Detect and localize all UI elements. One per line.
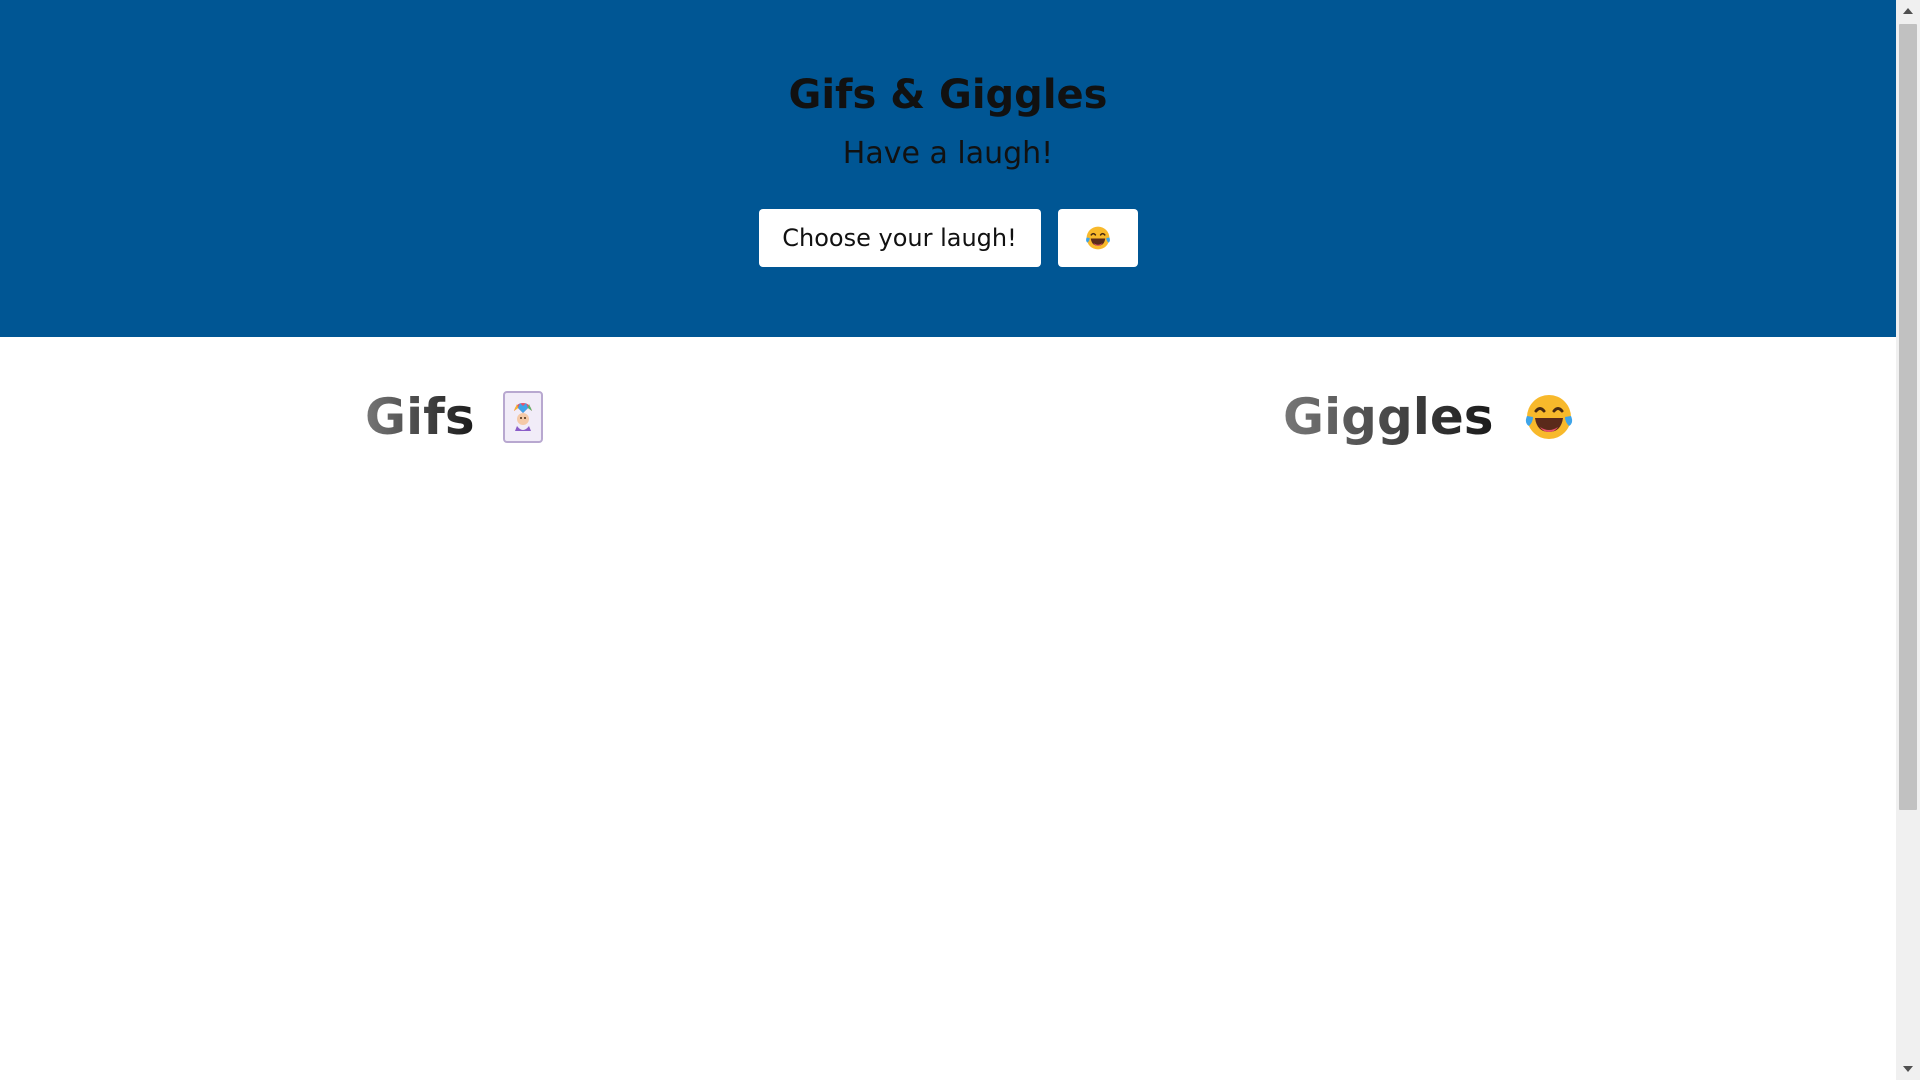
gifs-heading-text: Gifs bbox=[365, 385, 475, 449]
gifs-heading: Gifs bbox=[365, 385, 543, 449]
vertical-scrollbar[interactable] bbox=[1896, 0, 1920, 1080]
laughing-face-icon bbox=[1085, 226, 1110, 250]
laugh-emoji-button[interactable] bbox=[1057, 209, 1138, 267]
laughing-face-icon bbox=[1525, 395, 1572, 439]
giggles-heading: Giggles bbox=[1283, 385, 1576, 449]
browser-viewport: Gifs & Giggles Have a laugh! Choose your… bbox=[0, 0, 1920, 1080]
page-title: Gifs & Giggles bbox=[788, 72, 1108, 118]
joker-card-icon bbox=[502, 391, 543, 443]
choose-laugh-button[interactable]: Choose your laugh! bbox=[758, 209, 1041, 267]
hero-actions: Choose your laugh! bbox=[0, 209, 1896, 267]
scrollbar-thumb[interactable] bbox=[1899, 24, 1917, 810]
page-subtitle: Have a laugh! bbox=[842, 136, 1054, 171]
giggles-heading-text: Giggles bbox=[1283, 385, 1494, 449]
hero-header: Gifs & Giggles Have a laugh! Choose your… bbox=[0, 0, 1896, 337]
content-columns: Gifs Giggles bbox=[0, 337, 1896, 1080]
scroll-down-arrow-icon[interactable] bbox=[1896, 1058, 1920, 1080]
page: Gifs & Giggles Have a laugh! Choose your… bbox=[0, 0, 1896, 1080]
scroll-up-arrow-icon[interactable] bbox=[1896, 0, 1920, 22]
